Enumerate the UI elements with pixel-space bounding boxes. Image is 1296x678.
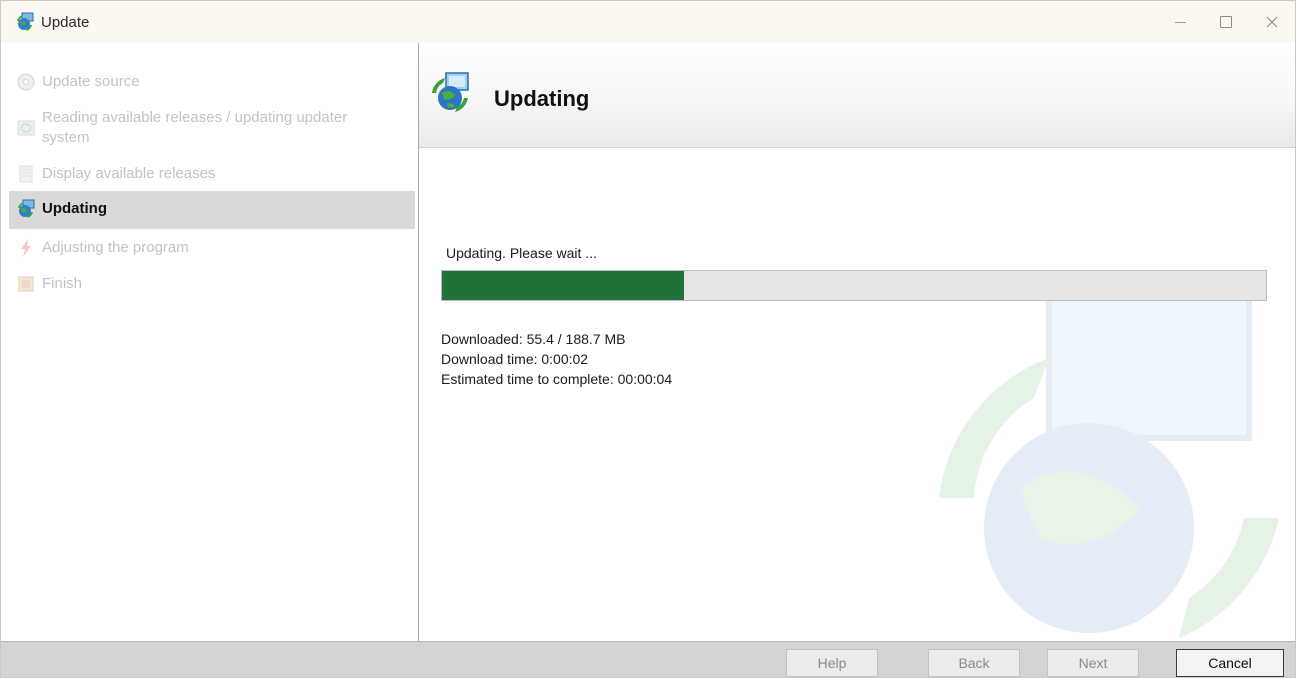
back-button[interactable]: Back: [928, 649, 1020, 677]
help-button[interactable]: Help: [786, 649, 878, 677]
window-title: Update: [41, 13, 90, 31]
globe-update-watermark-icon: [939, 285, 1279, 638]
button-bar: Help Back Next Cancel: [1, 641, 1295, 677]
step-updating: Updating: [9, 191, 415, 229]
maximize-button[interactable]: [1203, 1, 1249, 43]
document-icon: [19, 165, 33, 183]
step-finish: Finish: [9, 265, 415, 301]
page-header: Updating: [419, 43, 1295, 148]
estimated-time-text: Estimated time to complete: 00:00:04: [441, 371, 673, 387]
step-update-source: Update source: [9, 63, 415, 99]
minimize-icon: [1174, 21, 1186, 23]
maximize-icon: [1220, 16, 1232, 28]
step-label: Finish: [42, 275, 83, 292]
close-button[interactable]: [1249, 1, 1295, 43]
globe-update-icon: [432, 72, 469, 112]
step-label: Display available releases: [42, 165, 216, 182]
lightning-icon: [21, 239, 31, 257]
step-display-releases: Display available releases: [9, 155, 415, 191]
cd-icon: [17, 73, 35, 91]
finish-icon: [18, 276, 34, 292]
main-content: Updating. Please wait ... Downloaded: 55…: [419, 148, 1295, 641]
step-label: Update source: [42, 73, 140, 90]
step-reading-releases: Reading available releases / updating up…: [9, 99, 415, 155]
globe-update-icon: [17, 12, 34, 31]
step-adjusting-program: Adjusting the program: [9, 229, 415, 265]
progress-fill: [442, 271, 685, 300]
download-time-text: Download time: 0:00:02: [441, 351, 589, 367]
page-title: Updating: [494, 86, 590, 111]
minimize-button[interactable]: [1157, 1, 1203, 43]
step-label: Updating: [42, 200, 107, 217]
downloaded-text: Downloaded: 55.4 / 188.7 MB: [441, 331, 626, 347]
window-controls: [1157, 1, 1295, 43]
progress-bar: [441, 270, 1267, 301]
refresh-icon: [17, 120, 35, 136]
title-bar: Update: [1, 1, 1295, 43]
update-window: Update Update source Reading available r…: [0, 0, 1296, 678]
status-text: Updating. Please wait ...: [446, 245, 597, 261]
download-info: Downloaded: 55.4 / 188.7 MB Download tim…: [441, 329, 672, 389]
globe-update-icon: [18, 199, 35, 218]
close-icon: [1266, 16, 1278, 28]
step-label: Reading available releases / updating up…: [42, 109, 348, 146]
steps-list: Update source Reading available releases…: [9, 63, 415, 301]
next-button[interactable]: Next: [1047, 649, 1139, 677]
step-label: Adjusting the program: [42, 239, 189, 256]
cancel-button[interactable]: Cancel: [1176, 649, 1284, 677]
